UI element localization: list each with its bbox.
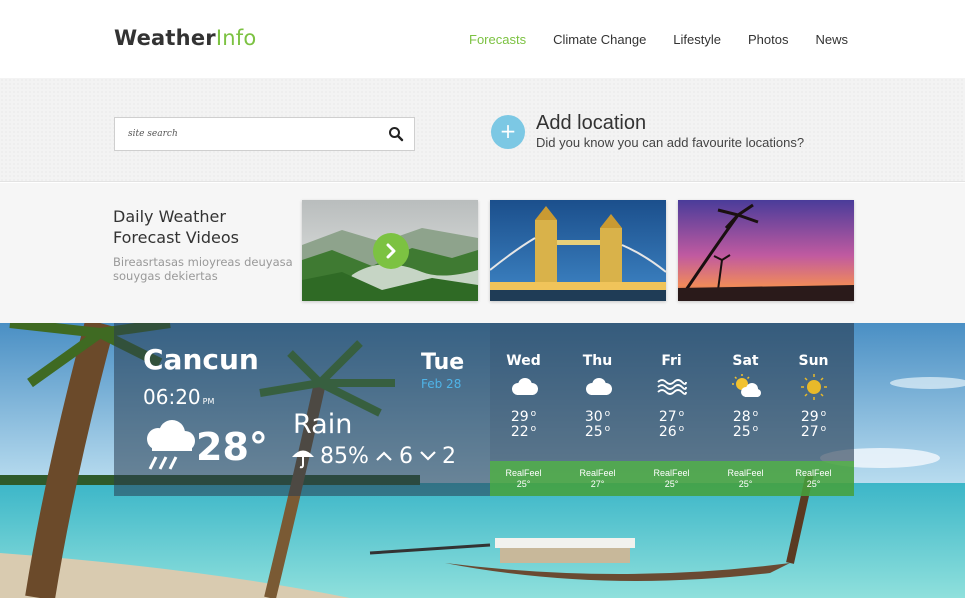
forecast-realfeel: RealFeel 25°: [727, 468, 764, 489]
forecast-day-label: Sun: [798, 353, 829, 369]
forecast-realfeel: RealFeel 25°: [653, 468, 690, 489]
video-thumbnail-bridge[interactable]: [490, 200, 666, 301]
sun-icon: [801, 374, 827, 400]
forecast-day-label: Sat: [732, 353, 759, 369]
forecast-realfeel: RealFeel 25°: [795, 468, 832, 489]
play-icon: [386, 243, 396, 259]
forecast-day-label: Wed: [506, 353, 541, 369]
search-input[interactable]: [115, 118, 375, 150]
tower-bridge-image: [490, 200, 666, 301]
videos-description: Bireasrtasas mioyreas deuyasa souygas de…: [113, 255, 293, 283]
video-thumbnail-sunset[interactable]: [678, 200, 854, 301]
forecast-day-sun: Sun 29 o 27 o RealFeel 25°: [777, 323, 850, 496]
current-time: 06:20 PM: [143, 385, 214, 409]
cloud-icon: [586, 378, 612, 395]
videos-section: Daily Weather Forecast Videos Bireasrtas…: [0, 183, 965, 323]
humidity-value: 85%: [320, 444, 369, 469]
forecast-day-label: Fri: [661, 353, 682, 369]
forecast-low: 25 o: [732, 424, 759, 440]
plus-icon: +: [499, 119, 517, 143]
add-location-subtitle: Did you know you can add favourite locat…: [536, 135, 805, 150]
forecast-low: 22 o: [510, 424, 537, 440]
chevron-down-icon: [420, 451, 436, 461]
search-band: + Add location Did you know you can add …: [0, 78, 965, 182]
city-name: Cancun: [143, 343, 259, 376]
current-condition: Rain: [293, 409, 353, 440]
search-icon[interactable]: [388, 126, 404, 142]
time-value: 06:20: [143, 385, 201, 409]
forecast-day-fri: Fri 27 o 26 o RealFeel 25°: [635, 323, 708, 496]
main-nav: Forecasts Climate Change Lifestyle Photo…: [442, 32, 848, 47]
forecast-day-thu: Thu 30 o 25 o RealFeel 27°: [561, 323, 634, 496]
forecast-high: 28 o: [732, 409, 759, 425]
nav-photos[interactable]: Photos: [748, 32, 788, 47]
wind-low-value: 2: [442, 444, 456, 469]
umbrella-icon: [292, 450, 314, 469]
header: WeatherInfo Forecasts Climate Change Lif…: [0, 0, 965, 78]
logo-accent: Info: [215, 26, 257, 50]
cloud-icon: [512, 378, 538, 395]
nav-news[interactable]: News: [815, 32, 848, 47]
nav-lifestyle[interactable]: Lifestyle: [673, 32, 721, 47]
nav-climate-change[interactable]: Climate Change: [553, 32, 646, 47]
weather-hero: Cancun 06:20 PM 28° Tue Feb 28 Rain 85% 6…: [0, 323, 965, 598]
forecast-day-sat: Sat 28 o 25 o RealFeel 25°: [709, 323, 782, 496]
forecast-low: 25 o: [584, 424, 611, 440]
rain-cloud-icon: [147, 420, 195, 470]
forecast-high: 27 o: [658, 409, 685, 425]
forecast-realfeel: RealFeel 27°: [579, 468, 616, 489]
logo[interactable]: WeatherInfo: [114, 26, 256, 50]
video-thumbnail-mountains[interactable]: [302, 200, 478, 301]
forecast-high: 29 o: [800, 409, 827, 425]
videos-title: Daily Weather Forecast Videos: [113, 207, 239, 247]
palm-sunset-image: [678, 200, 854, 301]
play-button[interactable]: [373, 233, 409, 269]
add-location-button[interactable]: +: [491, 115, 525, 149]
forecast-day-label: Thu: [582, 353, 613, 369]
chevron-up-icon: [376, 451, 392, 461]
forecast-high: 29 o: [510, 409, 537, 425]
nav-forecasts[interactable]: Forecasts: [469, 32, 526, 47]
search-box: [114, 117, 415, 151]
forecast-day-wed: Wed 29 o 22 o RealFeel 25°: [487, 323, 560, 496]
current-temperature: 28°: [196, 425, 268, 469]
current-day: Tue: [421, 350, 465, 375]
add-location-title[interactable]: Add location: [536, 112, 646, 135]
logo-main: Weather: [114, 26, 216, 50]
partly-sunny-icon: [732, 374, 761, 397]
fog-icon: [657, 379, 687, 395]
current-date: Feb 28: [421, 377, 462, 391]
forecast-high: 30 o: [584, 409, 611, 425]
forecast-realfeel: RealFeel 25°: [505, 468, 542, 489]
forecast-low: 26 o: [658, 424, 685, 440]
forecast-low: 27 o: [800, 424, 827, 440]
wind-high-value: 6: [399, 444, 413, 469]
time-ampm: PM: [202, 397, 215, 406]
